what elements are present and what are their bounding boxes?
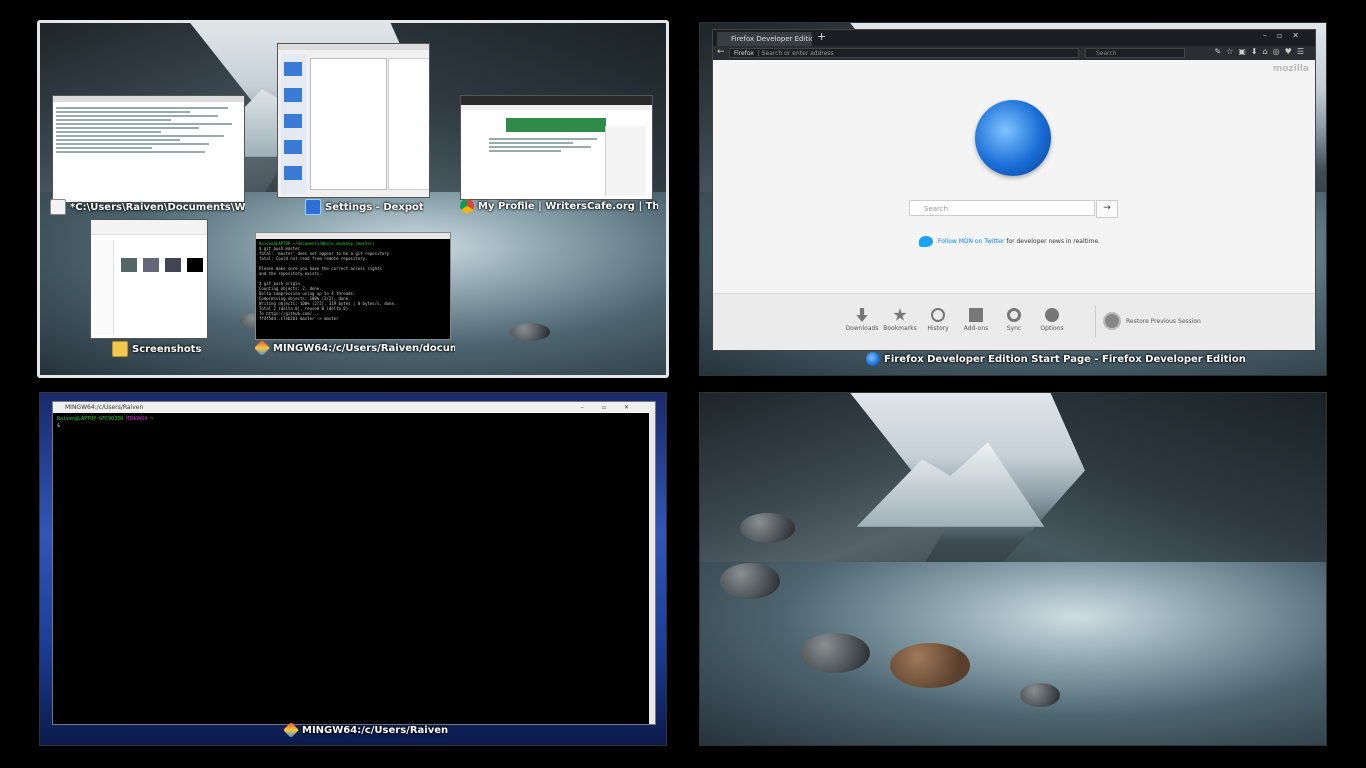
rock [740, 513, 795, 543]
addons-button[interactable]: Add-ons [957, 308, 995, 332]
notepad-icon [50, 199, 66, 215]
mingw-terminal-window[interactable]: MINGW64:/c/Users/Raiven –▫✕ Raiven@LAPTO… [52, 401, 656, 725]
window-controls[interactable]: –▫✕ [1263, 31, 1309, 40]
window-thumb-dexpot-settings[interactable] [277, 43, 430, 198]
firefox-nav-bar: ← Firefox | Search or enter address Sear… [713, 46, 1315, 60]
window-caption-mingw-raiven[interactable]: MINGW64:/c/Users/Raiven [284, 723, 448, 737]
river [700, 561, 1326, 745]
terminal-body[interactable]: Raiven@LAPTOP-GFC9Q3ER MINGW64 ~ $ [53, 413, 655, 433]
firefox-content: mozilla Search → Follow MDN on Twitter f… [713, 60, 1315, 350]
launcher-bar: Downloads Bookmarks History Add-ons Sync… [713, 293, 1315, 350]
window-caption-dexpot-settings[interactable]: Settings - Dexpot [305, 199, 424, 215]
window-thumb-mingw[interactable]: Raiven@LAPTOP ~/documents/Whole_desktop … [255, 232, 451, 340]
bookmarks-button[interactable]: Bookmarks [881, 308, 919, 332]
terminal-title-bar: MINGW64:/c/Users/Raiven –▫✕ [53, 402, 655, 413]
rock [1020, 683, 1060, 707]
twitter-promo: Follow MDN on Twitter for developer news… [919, 236, 1100, 247]
firefox-icon [866, 352, 880, 366]
toolbar-icons[interactable]: ✎☆▣⬇⌂◎♥☰ [1214, 47, 1309, 56]
new-tab-button[interactable]: + [817, 30, 826, 43]
back-button[interactable]: ← [717, 47, 725, 57]
git-icon [284, 723, 299, 737]
terminal-prompt: $ [57, 423, 61, 429]
desktop-4-preview[interactable] [699, 392, 1327, 746]
gear-icon [1045, 308, 1059, 322]
monitor-icon [305, 199, 321, 215]
star-icon [893, 308, 907, 321]
window-thumb-notepad[interactable] [52, 95, 245, 203]
mozilla-wordmark: mozilla [1272, 64, 1309, 74]
download-icon [856, 308, 868, 322]
terminal-scrollbar[interactable] [649, 413, 655, 724]
rock [720, 563, 780, 599]
url-bar[interactable]: Firefox | Search or enter address [729, 48, 1079, 58]
window-caption-notepad[interactable]: *C:\Users\Raiven\Documents\Whole d... [50, 199, 245, 215]
desktop-2-preview[interactable]: Firefox Developer Edition ... + –▫✕ ← Fi… [699, 22, 1327, 376]
options-button[interactable]: Options [1033, 308, 1071, 332]
rock [800, 633, 870, 673]
search-bar[interactable]: Search [1085, 48, 1185, 58]
window-caption-explorer[interactable]: Screenshots [112, 341, 201, 357]
folder-icon [112, 341, 128, 357]
twitter-link[interactable]: Follow MDN on Twitter [938, 238, 1004, 245]
firefox-icon [975, 100, 1051, 176]
rock [890, 643, 970, 688]
history-button[interactable]: History [919, 308, 957, 332]
chrome-icon [460, 199, 474, 213]
restore-icon [1103, 312, 1121, 330]
terminal-line: ff4f5dd..c7eb2b1 master -> master [259, 316, 339, 321]
clock-icon [931, 308, 945, 322]
desktop-3-preview[interactable]: MINGW64:/c/Users/Raiven –▫✕ Raiven@LAPTO… [39, 392, 667, 746]
firefox-window[interactable]: Firefox Developer Edition ... + –▫✕ ← Fi… [712, 29, 1316, 351]
git-icon [255, 341, 270, 355]
restore-session-button[interactable]: Restore Previous Session [1103, 312, 1201, 330]
desktop-1-preview[interactable]: *C:\Users\Raiven\Documents\Whole d... Se… [37, 20, 669, 378]
sync-button[interactable]: Sync [995, 308, 1033, 332]
content-search-input[interactable]: Search [909, 200, 1095, 216]
firefox-tab-strip: Firefox Developer Edition ... + –▫✕ [713, 30, 1315, 46]
window-thumb-chrome[interactable] [460, 95, 653, 200]
downloads-button[interactable]: Downloads [843, 308, 881, 332]
sync-icon [1007, 308, 1021, 322]
window-caption-firefox[interactable]: Firefox Developer Edition Start Page - F… [866, 352, 1246, 366]
window-caption-chrome[interactable]: My Profile | WritersCafe.org | The Onli.… [460, 199, 658, 213]
window-controls[interactable]: –▫✕ [581, 402, 647, 413]
window-caption-mingw[interactable]: MINGW64:/c/Users/Raiven/documents... [255, 341, 455, 355]
puzzle-icon [969, 308, 983, 322]
rock [510, 323, 550, 341]
twitter-icon [919, 236, 933, 247]
firefox-tab[interactable]: Firefox Developer Edition ... [717, 32, 812, 46]
window-thumb-explorer[interactable] [90, 219, 208, 339]
mountain-right [981, 393, 1326, 587]
content-search-go-button[interactable]: → [1096, 200, 1118, 218]
